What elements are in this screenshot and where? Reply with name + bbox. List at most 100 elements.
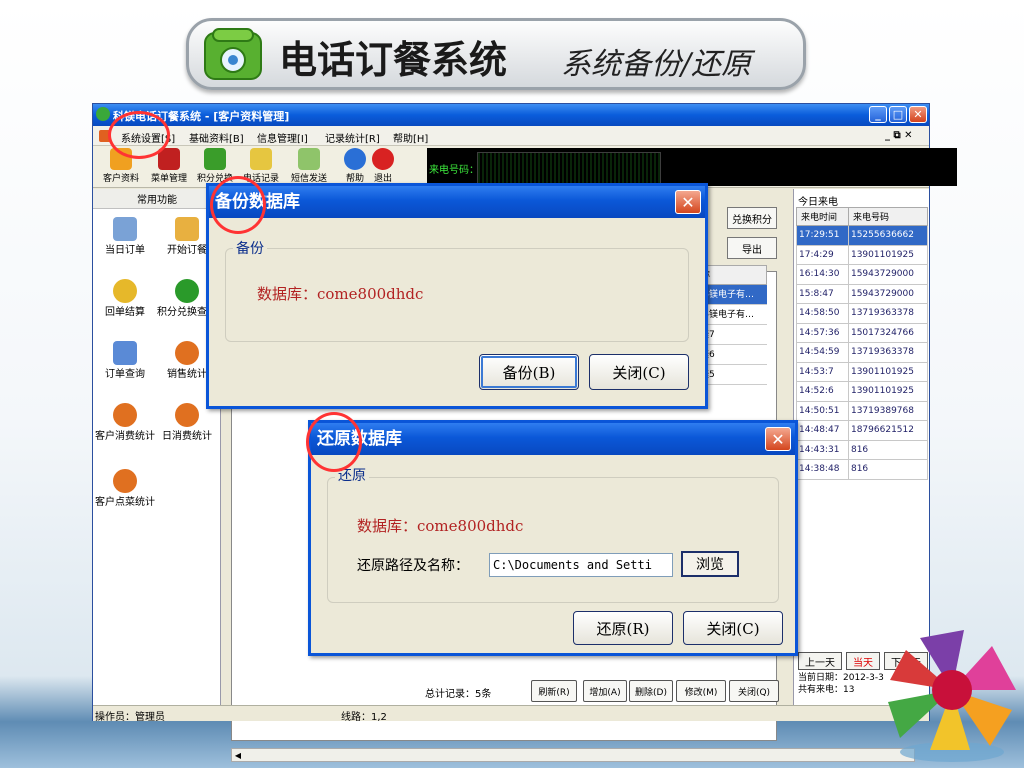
column-header-time[interactable]: 来电时间 <box>796 207 849 226</box>
backup-group-label: 备份 <box>233 238 267 258</box>
table-row[interactable]: 16:14:30 15943729000 <box>796 264 929 285</box>
tool-help[interactable]: 帮助 <box>341 148 369 186</box>
app-titlebar[interactable]: 科镁电话订餐系统 - [客户资料管理] _ □ ✕ <box>93 104 929 126</box>
app-logo-icon <box>96 107 110 121</box>
restore-close-icon[interactable]: ✕ <box>765 427 791 451</box>
backup-button[interactable]: 备份(B) <box>479 354 579 390</box>
backup-close-icon[interactable]: ✕ <box>675 190 701 214</box>
document-icon <box>113 217 137 241</box>
menu-record-stats[interactable]: 记录统计[R] <box>325 130 380 145</box>
calls-table: 来电时间 来电号码 17:29:51 15255636662 17:4:29 1390… <box>796 207 929 480</box>
restore-dialog: 还原数据库 ✕ 还原 数据库：come800dhdc 还原路径及名称： C:\D… <box>308 420 798 656</box>
menu-help[interactable]: 帮助[H] <box>393 130 428 145</box>
prev-day-button[interactable]: 上一天 <box>798 652 842 670</box>
restore-database-name: 数据库：come800dhdc <box>357 517 524 535</box>
backup-close-button[interactable]: 关闭(C) <box>589 354 689 390</box>
caller-label: 来电号码： <box>429 165 479 176</box>
call-time-cell: 14:52:6 <box>796 381 849 402</box>
highlight-circle-menu <box>108 111 170 159</box>
call-phone-cell: 13719363378 <box>847 303 929 324</box>
table-row[interactable]: 14:43:31 816 <box>796 439 929 460</box>
func-customer-dish-stats[interactable]: 客户点菜统计 <box>95 469 155 519</box>
horizontal-scrollbar[interactable]: ◀ <box>231 748 915 762</box>
func-customer-consumption[interactable]: 客户消费统计 <box>95 403 155 453</box>
restore-close-button[interactable]: 关闭(C) <box>683 611 783 645</box>
caller-id-display: 来电号码： <box>427 148 957 186</box>
grid-action-bar: 总计记录：5条 刷新(R) 增加(A) 删除(D) 修改(M) 关闭(Q) <box>93 676 793 706</box>
call-time-cell: 16:14:30 <box>796 264 849 285</box>
database-icon <box>113 403 137 427</box>
refresh-button[interactable]: 刷新(R) <box>531 680 577 702</box>
call-time-cell: 17:29:51 <box>796 225 849 246</box>
table-row[interactable]: 14:54:59 13719363378 <box>796 342 929 363</box>
total-records: 总计记录：5条 <box>425 689 492 700</box>
func-today-orders[interactable]: 当日订单 <box>95 217 155 267</box>
phone-icon <box>204 28 262 80</box>
modify-button[interactable]: 修改(M) <box>676 680 726 702</box>
restore-button[interactable]: 还原(R) <box>573 611 673 645</box>
plant-icon <box>204 148 226 170</box>
call-count: 共有来电：13 <box>798 685 855 695</box>
tool-exit[interactable]: 退出 <box>369 148 397 186</box>
today-calls-title: 今日来电 <box>798 197 838 208</box>
table-row[interactable]: 17:4:29 13901101925 <box>796 244 929 265</box>
table-row[interactable]: 14:53:7 13901101925 <box>796 361 929 382</box>
left-function-panel: 常用功能 当日订单 开始订餐 回单结算 积分兑换查询 订单查询 销售统计 客户消… <box>93 189 221 705</box>
exit-icon <box>372 148 394 170</box>
column-header-phone[interactable]: 来电号码 <box>847 207 929 226</box>
restore-path-input[interactable]: C:\Documents and Setti <box>489 553 673 577</box>
table-row[interactable]: 17:29:51 15255636662 <box>796 225 929 246</box>
backup-dialog-titlebar[interactable]: 备份数据库 <box>209 186 705 218</box>
call-time-cell: 17:4:29 <box>796 244 849 265</box>
backup-dialog: 备份数据库 ✕ 备份 数据库：come800dhdc 备份(B) 关闭(C) <box>206 183 708 409</box>
operator-status: 操作员：管理员 <box>95 712 165 723</box>
call-phone-cell: 13719363378 <box>847 342 929 363</box>
func-settle[interactable]: 回单结算 <box>95 279 155 329</box>
slide-title-banner: 电话订餐系统 系统备份/还原 <box>186 18 806 90</box>
tool-sms-send[interactable]: 短信发送 <box>289 148 329 186</box>
call-phone-cell: 13901101925 <box>847 361 929 382</box>
menu-info-management[interactable]: 信息管理[I] <box>257 130 308 145</box>
close-grid-button[interactable]: 关闭(Q) <box>729 680 779 702</box>
call-time-cell: 15:8:47 <box>796 283 849 304</box>
menu-basic-data[interactable]: 基础资料[B] <box>189 130 244 145</box>
call-phone-cell: 13901101925 <box>847 244 929 265</box>
search-icon <box>113 341 137 365</box>
call-time-cell: 14:38:48 <box>796 459 849 480</box>
restore-groupbox <box>327 477 779 603</box>
scroll-left-icon[interactable]: ◀ <box>232 749 244 761</box>
call-phone-cell: 15943729000 <box>847 283 929 304</box>
database-icon <box>175 341 199 365</box>
table-row[interactable]: 14:52:6 13901101925 <box>796 381 929 402</box>
call-phone-cell: 13719389768 <box>847 400 929 421</box>
minimize-button[interactable]: _ <box>869 106 887 123</box>
browse-button[interactable]: 浏览 <box>681 551 739 577</box>
call-phone-cell: 13901101925 <box>847 381 929 402</box>
func-daily-consumption[interactable]: 日消费统计 <box>157 403 217 453</box>
today-button[interactable]: 当天 <box>846 652 880 670</box>
call-time-cell: 14:43:31 <box>796 439 849 460</box>
call-time-cell: 14:57:36 <box>796 322 849 343</box>
mdi-window-controls[interactable]: _ ⧉ ✕ <box>885 130 912 141</box>
table-row[interactable]: 14:38:48 816 <box>796 459 929 480</box>
exchange-points-button[interactable]: 兑换积分 <box>727 207 777 229</box>
export-button[interactable]: 导出 <box>727 237 777 259</box>
restore-dialog-titlebar[interactable]: 还原数据库 <box>311 423 795 455</box>
table-row[interactable]: 15:8:47 15943729000 <box>796 283 929 304</box>
table-row[interactable]: 14:48:47 18796621512 <box>796 420 929 441</box>
call-time-cell: 14:54:59 <box>796 342 849 363</box>
delete-button[interactable]: 删除(D) <box>629 680 673 702</box>
call-phone-cell: 816 <box>847 439 929 460</box>
call-phone-cell: 816 <box>847 459 929 480</box>
window-close-button[interactable]: ✕ <box>909 106 927 123</box>
toolbar: 客户资料 菜单管理 积分兑换 电话记录 短信发送 帮助 退出 来电号码： <box>93 146 957 188</box>
table-row[interactable]: 14:58:50 13719363378 <box>796 303 929 324</box>
table-row[interactable]: 14:57:36 15017324766 <box>796 322 929 343</box>
database-icon <box>113 469 137 493</box>
table-row[interactable]: 14:50:51 13719389768 <box>796 400 929 421</box>
maximize-button[interactable]: □ <box>889 106 907 123</box>
line-status: 线路：1,2 <box>341 712 387 723</box>
database-icon <box>175 403 199 427</box>
func-order-query[interactable]: 订单查询 <box>95 341 155 391</box>
add-button[interactable]: 增加(A) <box>583 680 627 702</box>
